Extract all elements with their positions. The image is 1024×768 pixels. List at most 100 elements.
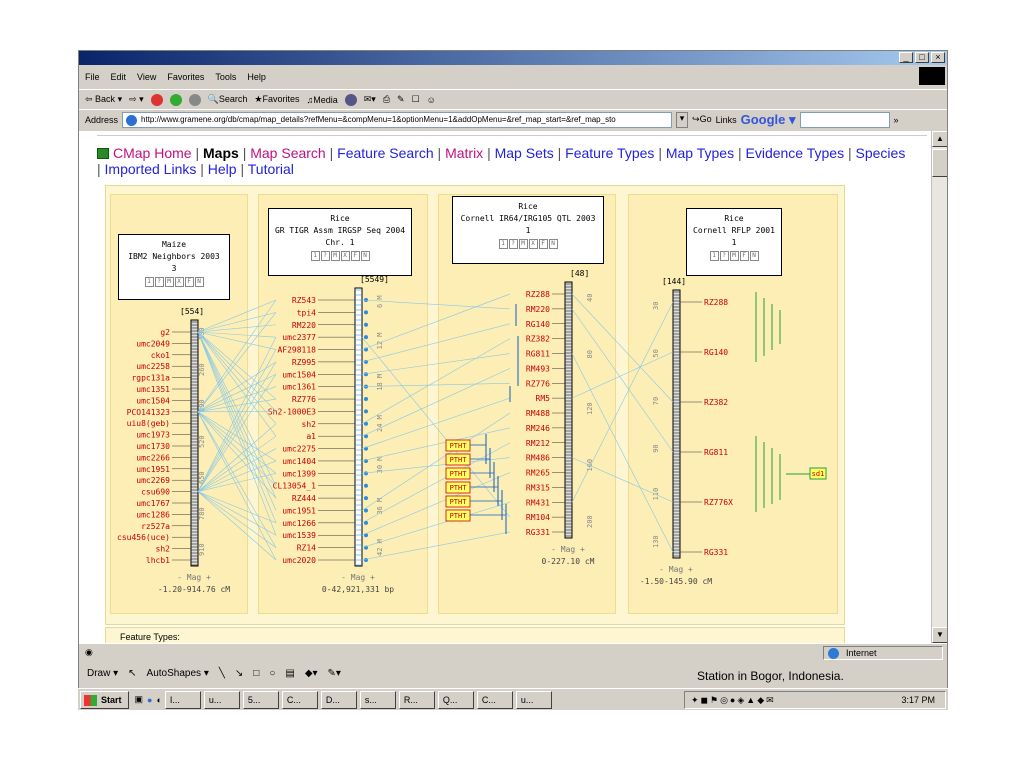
taskbar-item[interactable]: I... [164, 690, 201, 709]
nav-help[interactable]: Help [208, 161, 237, 177]
scroll-thumb[interactable] [932, 149, 947, 177]
minimize-icon[interactable]: _ [899, 52, 913, 63]
quick-launch-outlook-icon[interactable]: ◐ [156, 695, 161, 705]
map-feature-label: umc1973 [136, 431, 170, 440]
map-feature-label: RZ776 [526, 379, 550, 388]
slide-text: Station in Bogor, Indonesia. [697, 669, 844, 683]
taskbar-item[interactable]: u... [515, 690, 552, 709]
forward-button[interactable]: ⇨ ▾ [129, 94, 144, 105]
google-toolbar[interactable]: Google ▾ [741, 112, 796, 128]
rectangle-tool-icon[interactable]: □ [253, 668, 259, 679]
taskbar-item[interactable]: Q... [437, 690, 474, 709]
start-label: Start [101, 694, 122, 705]
media-button[interactable]: ♫Media [307, 95, 338, 105]
correspondence-line [361, 457, 511, 474]
quick-launch-desktop-icon[interactable]: ▣ [135, 694, 144, 705]
map-feature-label: RZ776X [704, 498, 733, 507]
browser-window: _ □ × File Edit View Favorites Tools Hel… [78, 50, 948, 710]
nav-map-types[interactable]: Map Types [666, 145, 734, 161]
correspondence-line [361, 299, 511, 310]
correspondence-line [197, 491, 277, 536]
taskbar-item[interactable]: D... [320, 690, 357, 709]
fill-color-icon[interactable]: ◆▾ [305, 668, 318, 679]
feature-dot [364, 397, 368, 402]
taskbar-item[interactable]: s... [359, 690, 396, 709]
tray-icons[interactable]: ✦◼⚑◎●◈▲◆✉ [691, 692, 776, 708]
nav-map-search[interactable]: Map Search [250, 145, 325, 161]
taskbar-item[interactable]: C... [476, 690, 513, 709]
map-feature-label: RZ14 [297, 544, 316, 553]
menu-edit[interactable]: Edit [111, 72, 127, 82]
map-feature-label: lhcb1 [146, 556, 170, 565]
correspondence-line [197, 331, 277, 400]
refresh-icon[interactable] [169, 93, 182, 106]
map-range: -1.50-145.90 cM [640, 577, 712, 586]
map-feature-label: umc1404 [282, 457, 316, 466]
correspondence-line [361, 442, 511, 524]
nav-sep: | [487, 145, 491, 161]
nav-cmap-home[interactable]: CMap Home [113, 145, 192, 161]
map-feature-label: RM488 [526, 409, 550, 418]
line-color-icon[interactable]: ✎▾ [328, 668, 341, 679]
scroll-down-icon[interactable]: ▼ [932, 627, 947, 643]
menu-file[interactable]: File [85, 72, 100, 82]
draw-menu[interactable]: Draw ▾ [87, 668, 118, 679]
address-dropdown-icon[interactable]: ▾ [676, 111, 689, 128]
scroll-up-icon[interactable]: ▲ [932, 131, 947, 147]
mail-icon[interactable]: ✉▾ [364, 94, 376, 105]
vertical-scrollbar[interactable]: ▲ ▼ [931, 131, 947, 643]
address-input[interactable]: http://www.gramene.org/db/cmap/map_detai… [122, 111, 673, 128]
nav-species[interactable]: Species [856, 145, 906, 161]
nav-feature-types[interactable]: Feature Types [565, 145, 654, 161]
favorites-button[interactable]: ★Favorites [254, 94, 299, 105]
taskbar-item[interactable]: C... [281, 690, 318, 709]
map-feature-label: a1 [306, 432, 316, 441]
back-button[interactable]: ⇦ Back ▾ [85, 94, 122, 105]
toolbar-overflow-icon[interactable]: » [894, 115, 899, 125]
map-feature-label: RM104 [526, 513, 550, 522]
menu-tools[interactable]: Tools [215, 72, 236, 82]
nav-imported-links[interactable]: Imported Links [105, 161, 197, 177]
correspondence-line [361, 293, 511, 350]
quick-launch-ie-icon[interactable]: ● [147, 695, 152, 705]
map-feature-label: RZ288 [526, 290, 550, 299]
stop-icon[interactable] [150, 93, 163, 106]
line-tool-icon[interactable]: ╲ [219, 668, 225, 679]
address-bar: Address http://www.gramene.org/db/cmap/m… [79, 109, 947, 129]
menu-help[interactable]: Help [247, 72, 266, 82]
history-icon[interactable] [344, 93, 357, 106]
links-button[interactable]: Links [716, 115, 737, 125]
nav-feature-search[interactable]: Feature Search [337, 145, 434, 161]
arrow-tool-icon[interactable]: ↘ [235, 668, 243, 679]
close-icon[interactable]: × [931, 52, 945, 63]
textbox-tool-icon[interactable]: ▤ [285, 668, 294, 679]
map-feature-label: rgpc131a [131, 374, 170, 383]
correspondence-line [571, 308, 674, 453]
messenger-icon[interactable]: ☺ [427, 95, 436, 105]
go-button[interactable]: ↪Go [692, 114, 712, 125]
oval-tool-icon[interactable]: ○ [269, 668, 275, 679]
search-button[interactable]: 🔍Search [208, 94, 248, 105]
menu-view[interactable]: View [137, 72, 156, 82]
start-button[interactable]: Start [80, 690, 129, 709]
google-search-input[interactable] [799, 111, 890, 128]
maximize-icon[interactable]: □ [915, 52, 929, 63]
nav-evidence-types[interactable]: Evidence Types [746, 145, 845, 161]
taskbar-item[interactable]: R... [398, 690, 435, 709]
cmap-home-icon [97, 148, 109, 159]
nav-tutorial[interactable]: Tutorial [248, 161, 294, 177]
select-objects-icon[interactable]: ↖ [128, 668, 136, 679]
nav-matrix[interactable]: Matrix [445, 145, 483, 161]
edit-icon[interactable]: ✎ [397, 94, 405, 105]
nav-maps[interactable]: Maps [203, 145, 239, 161]
menu-favorites[interactable]: Favorites [167, 72, 204, 82]
autoshapes-menu[interactable]: AutoShapes ▾ [147, 668, 209, 679]
home-icon[interactable] [188, 93, 201, 106]
print-icon[interactable]: ⎙ [383, 94, 390, 105]
taskbar-item[interactable]: 5... [242, 690, 279, 709]
discuss-icon[interactable]: ☐ [412, 94, 420, 105]
map-feature-label: umc1351 [136, 385, 170, 394]
nav-map-sets[interactable]: Map Sets [495, 145, 554, 161]
taskbar-item[interactable]: u... [203, 690, 240, 709]
map-feature-label: RM431 [526, 498, 550, 507]
